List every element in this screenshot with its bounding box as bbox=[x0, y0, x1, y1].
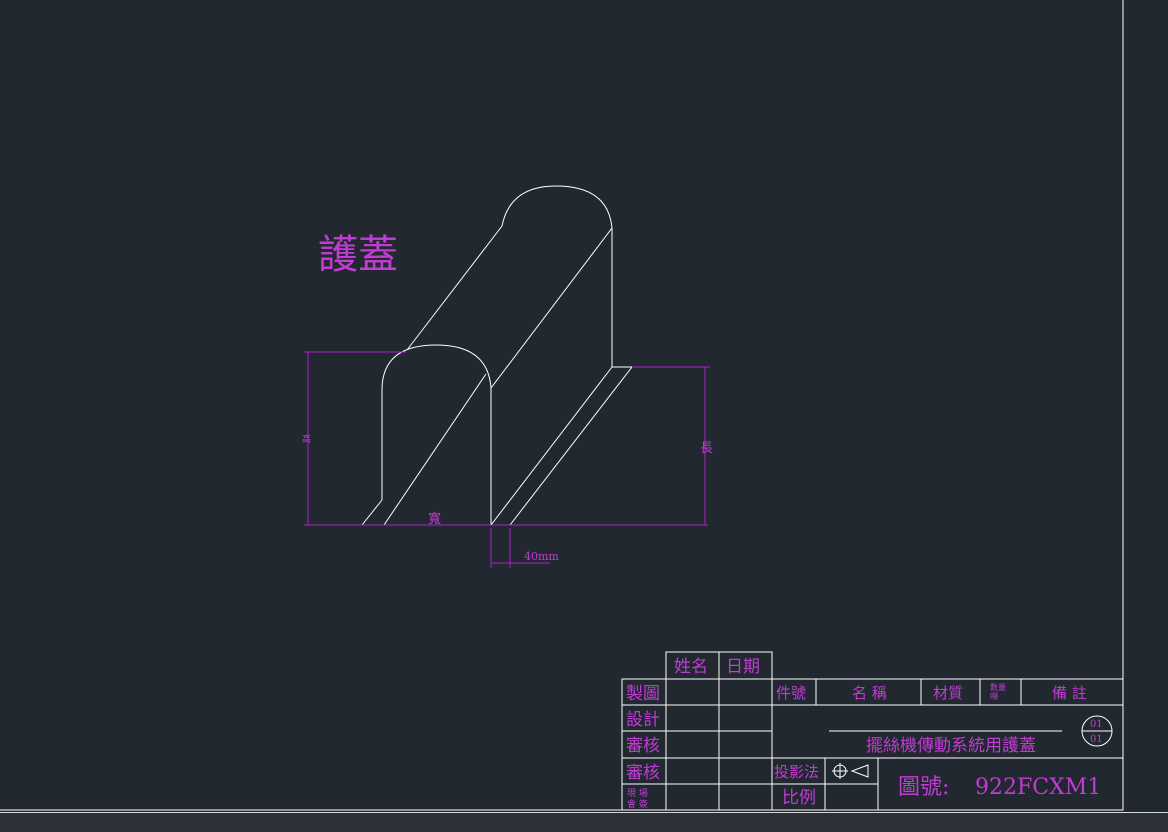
cad-viewport[interactable]: 護蓋 高 寬 長 40mm 姓名 日期 製圖 設計 審核 審核 現 場 會 簽 … bbox=[0, 0, 1168, 831]
dim-flange-label: 40mm bbox=[524, 550, 559, 563]
col-date: 日期 bbox=[726, 657, 760, 677]
row-check: 審核 bbox=[626, 736, 660, 756]
row-field-b: 會 簽 bbox=[627, 798, 648, 810]
drawing-no-label: 圖號: bbox=[898, 775, 949, 800]
projection-label: 投影法 bbox=[774, 763, 819, 781]
row-design: 設計 bbox=[626, 710, 660, 730]
status-bar bbox=[0, 812, 1168, 832]
remarks-header: 備 註 bbox=[1052, 684, 1087, 702]
guard-cover-drawing bbox=[361, 185, 633, 526]
row-drawn: 製圖 bbox=[626, 684, 660, 704]
dim-width-label: 寬 bbox=[428, 511, 441, 527]
col-name: 姓名 bbox=[674, 657, 708, 677]
part-name-header: 名 稱 bbox=[852, 684, 887, 702]
part-no-header: 件號 bbox=[776, 684, 806, 702]
qty-header-a: 數量 bbox=[990, 682, 1006, 692]
sheet-total: 01 bbox=[1090, 734, 1103, 745]
row-approve: 審核 bbox=[626, 763, 660, 783]
row-field-a: 現 場 bbox=[627, 787, 648, 799]
sheet-number: 01 bbox=[1090, 719, 1103, 730]
drawing-no-value: 922FCXM1 bbox=[975, 775, 1101, 800]
drawing-description: 擺絲機傳動系統用護蓋 bbox=[866, 736, 1036, 756]
qty-header-b: 噸 bbox=[990, 691, 998, 701]
scale-label: 比例 bbox=[782, 788, 816, 808]
dim-length-label: 長 bbox=[700, 441, 713, 456]
drawing-title: 護蓋 bbox=[318, 232, 398, 278]
material-header: 材質 bbox=[933, 684, 963, 702]
dim-height-label: 高 bbox=[302, 433, 311, 445]
dimension-lines bbox=[304, 351, 710, 568]
